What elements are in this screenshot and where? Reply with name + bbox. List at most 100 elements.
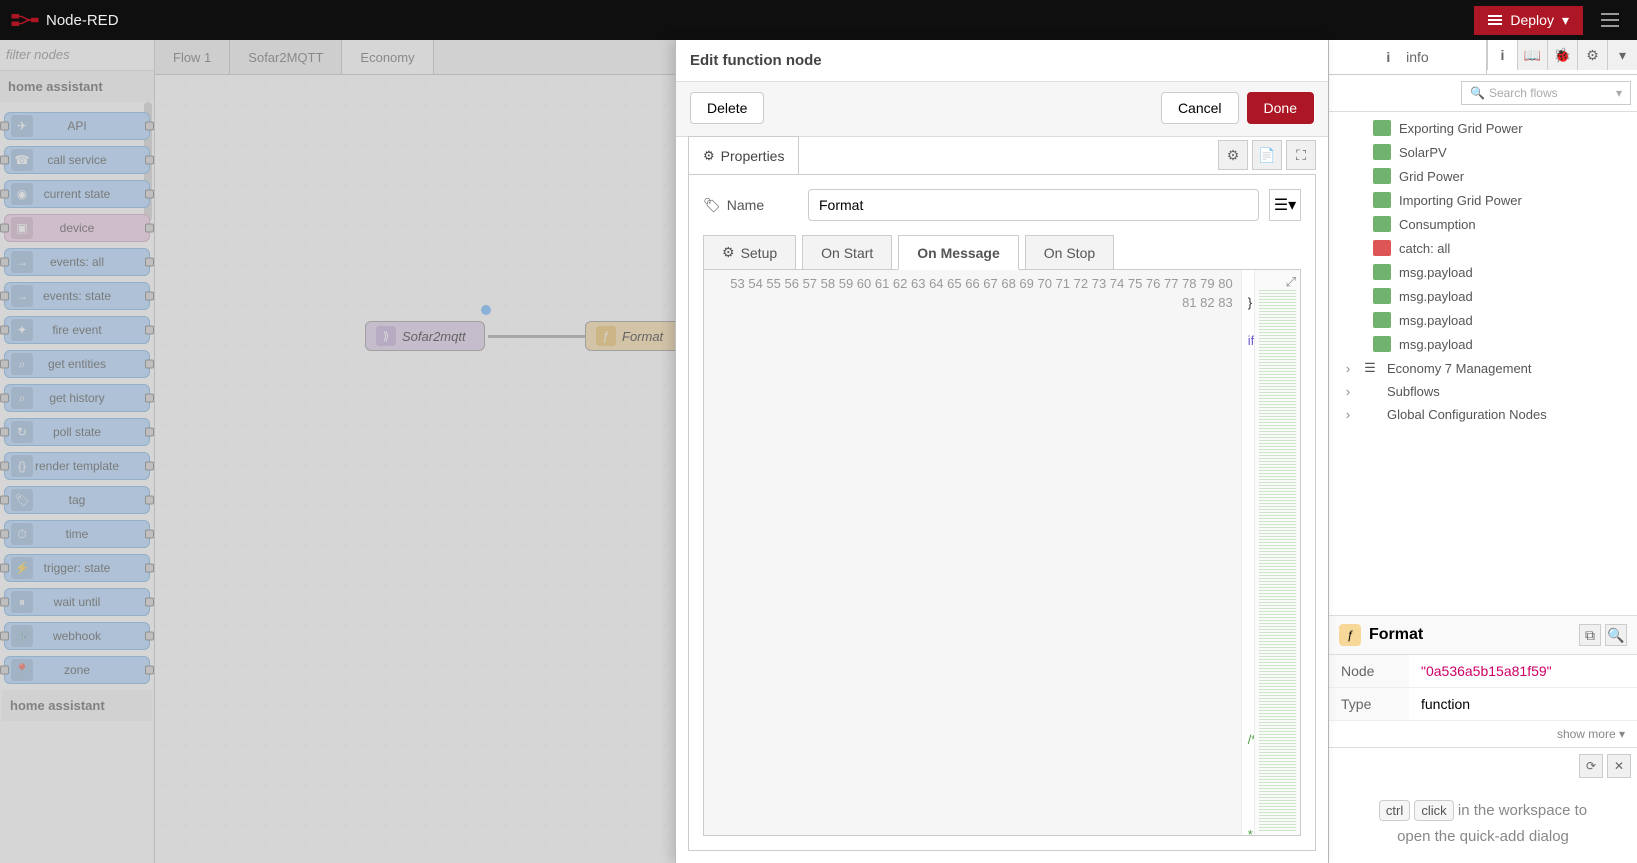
sidebar-info-table: Node"0a536a5b15a81f59" Typefunction [1329, 655, 1637, 721]
hint-text-2: open the quick-add dialog [1397, 828, 1569, 845]
tree-item-label: Consumption [1399, 217, 1476, 232]
sidebar-tab-debug-icon[interactable]: 🐞 [1547, 40, 1577, 70]
chevron-right-icon: › [1343, 384, 1353, 399]
tree-node-item[interactable]: catch: all [1329, 236, 1637, 260]
sidebar-info-header: ƒ Format ⧉ 🔍 [1329, 615, 1637, 655]
palette-node-get-history[interactable]: ⌕get history [4, 384, 150, 412]
node-badge-icon [1373, 264, 1391, 280]
flow-node-format[interactable]: ƒFormat [585, 321, 685, 351]
properties-tab[interactable]: Properties [688, 136, 799, 174]
close-icon[interactable]: ✕ [1607, 754, 1631, 778]
done-button[interactable]: Done [1247, 92, 1314, 124]
expand-icon[interactable]: ⤢ [1286, 274, 1296, 290]
tree-expandable-item[interactable]: ›Global Configuration Nodes [1329, 403, 1637, 426]
node-status-dot [481, 305, 491, 315]
palette-node-get-entities[interactable]: ⌕get entities [4, 350, 150, 378]
tree-node-item[interactable]: msg.payload [1329, 260, 1637, 284]
palette-node-trigger--state[interactable]: ⚡trigger: state [4, 554, 150, 582]
show-more-link[interactable]: show more ▾ [1329, 721, 1637, 747]
palette-filter-input[interactable] [6, 47, 148, 62]
tree-node-item[interactable]: Importing Grid Power [1329, 188, 1637, 212]
tree-node-item[interactable]: msg.payload [1329, 332, 1637, 356]
palette-node-API[interactable]: ✈API [4, 112, 150, 140]
tab-onstart[interactable]: On Start [802, 235, 892, 270]
tree-node-item[interactable]: SolarPV [1329, 140, 1637, 164]
description-icon[interactable]: 📄 [1252, 140, 1282, 170]
name-field[interactable] [808, 189, 1259, 221]
sidebar-tab-more-icon[interactable]: ▾ [1607, 40, 1637, 70]
node-badge-icon [1373, 144, 1391, 160]
edit-function-panel: Edit function node Delete Cancel Done Pr… [675, 40, 1328, 863]
palette-node-device[interactable]: ▣device [4, 214, 150, 242]
delete-button[interactable]: Delete [690, 92, 764, 124]
palette-node-label: events: state [5, 289, 149, 303]
palette-node-fire-event[interactable]: ✦fire event [4, 316, 150, 344]
palette-node-list: ✈API ☎call service ◉current state ▣device →e… [0, 102, 154, 863]
palette-node-poll-state[interactable]: ↻poll state [4, 418, 150, 446]
refresh-icon[interactable]: ⟳ [1579, 754, 1603, 778]
code-area[interactable]: } if (!blnError) { var currentDateTime =… [1242, 270, 1254, 835]
palette-node-events--all[interactable]: →events: all [4, 248, 150, 276]
tab-setup[interactable]: ⚙Setup [703, 235, 796, 270]
main-menu-button[interactable] [1593, 5, 1627, 35]
edit-panel-title: Edit function node [676, 40, 1328, 82]
app-header: Node-RED Deploy ▾ [0, 0, 1637, 40]
chevron-right-icon: › [1343, 361, 1353, 376]
appearance-icon[interactable]: ⛶ [1286, 140, 1316, 170]
tree-node-item[interactable]: Consumption [1329, 212, 1637, 236]
palette-category-label[interactable]: home assistant [0, 71, 154, 102]
palette-node-webhook[interactable]: 🔗webhook [4, 622, 150, 650]
tab-flow-1[interactable]: Flow 1 [155, 40, 230, 74]
tree-expandable-item[interactable]: ›☰Economy 7 Management [1329, 356, 1637, 380]
palette-node-current-state[interactable]: ◉current state [4, 180, 150, 208]
code-editor[interactable]: 53 54 55 56 57 58 59 60 61 62 63 64 65 6… [703, 269, 1301, 836]
palette-node-tag[interactable]: 🏷tag [4, 486, 150, 514]
palette-search [0, 40, 154, 71]
node-badge-icon [1373, 120, 1391, 136]
cancel-button[interactable]: Cancel [1161, 92, 1239, 124]
node-badge-icon [1373, 192, 1391, 208]
palette-category-label-2[interactable]: home assistant [2, 690, 152, 721]
tree-node-item[interactable]: msg.payload [1329, 308, 1637, 332]
tab-economy[interactable]: Economy [342, 40, 433, 74]
chevron-right-icon: › [1343, 407, 1353, 422]
sidebar-flow-search: 🔍 Search flows ▾ [1329, 75, 1637, 112]
code-gutter: 53 54 55 56 57 58 59 60 61 62 63 64 65 6… [704, 270, 1242, 835]
sidebar-tab-info[interactable]: i info [1329, 40, 1487, 74]
tree-node-item[interactable]: Grid Power [1329, 164, 1637, 188]
tree-expandable-item[interactable]: ›Subflows [1329, 380, 1637, 403]
sidebar-tab-info-icon[interactable]: i [1487, 40, 1517, 70]
tab-onmessage[interactable]: On Message [898, 235, 1018, 270]
tree-item-label: msg.payload [1399, 313, 1473, 328]
code-minimap[interactable]: ⤢ [1254, 270, 1300, 835]
palette-node-label: zone [5, 663, 149, 677]
tree-node-item[interactable]: msg.payload [1329, 284, 1637, 308]
function-editor-tabs: ⚙Setup On Start On Message On Stop [703, 235, 1301, 270]
palette-node-events--state[interactable]: →events: state [4, 282, 150, 310]
sidebar-tab-config-icon[interactable]: ⚙ [1577, 40, 1607, 70]
tree-node-item[interactable]: Exporting Grid Power [1329, 116, 1637, 140]
search-flows-input[interactable]: 🔍 Search flows ▾ [1461, 81, 1631, 105]
deploy-button[interactable]: Deploy ▾ [1474, 6, 1583, 35]
sidebar-tab-help-icon[interactable]: 📖 [1517, 40, 1547, 70]
palette-node-time[interactable]: ⏱time [4, 520, 150, 548]
flow-node-sofar2mqtt[interactable]: ⟫Sofar2mqtt [365, 321, 485, 351]
edit-panel-actions: Delete Cancel Done [676, 82, 1328, 137]
info-node-id: "0a536a5b15a81f59" [1409, 655, 1637, 688]
node-badge-icon [1373, 240, 1391, 256]
sidebar-flow-tree: Exporting Grid PowerSolarPVGrid PowerImp… [1329, 112, 1637, 615]
palette-node-zone[interactable]: 📍zone [4, 656, 150, 684]
search-icon[interactable]: 🔍 [1605, 624, 1627, 646]
palette-node-wait-until[interactable]: ⏸wait until [4, 588, 150, 616]
palette-node-call-service[interactable]: ☎call service [4, 146, 150, 174]
tab-onstop[interactable]: On Stop [1025, 235, 1114, 270]
palette-node-render-template[interactable]: {}render template [4, 452, 150, 480]
node-icon-picker[interactable]: ☰▾ [1269, 189, 1301, 221]
tab-sofar2mqtt[interactable]: Sofar2MQTT [230, 40, 342, 74]
tree-item-label: msg.payload [1399, 265, 1473, 280]
info-type-label: Type [1329, 688, 1409, 721]
palette-node-label: webhook [5, 629, 149, 643]
gear-icon [703, 147, 715, 164]
copy-icon[interactable]: ⧉ [1579, 624, 1601, 646]
env-icon[interactable]: ⚙ [1218, 140, 1248, 170]
